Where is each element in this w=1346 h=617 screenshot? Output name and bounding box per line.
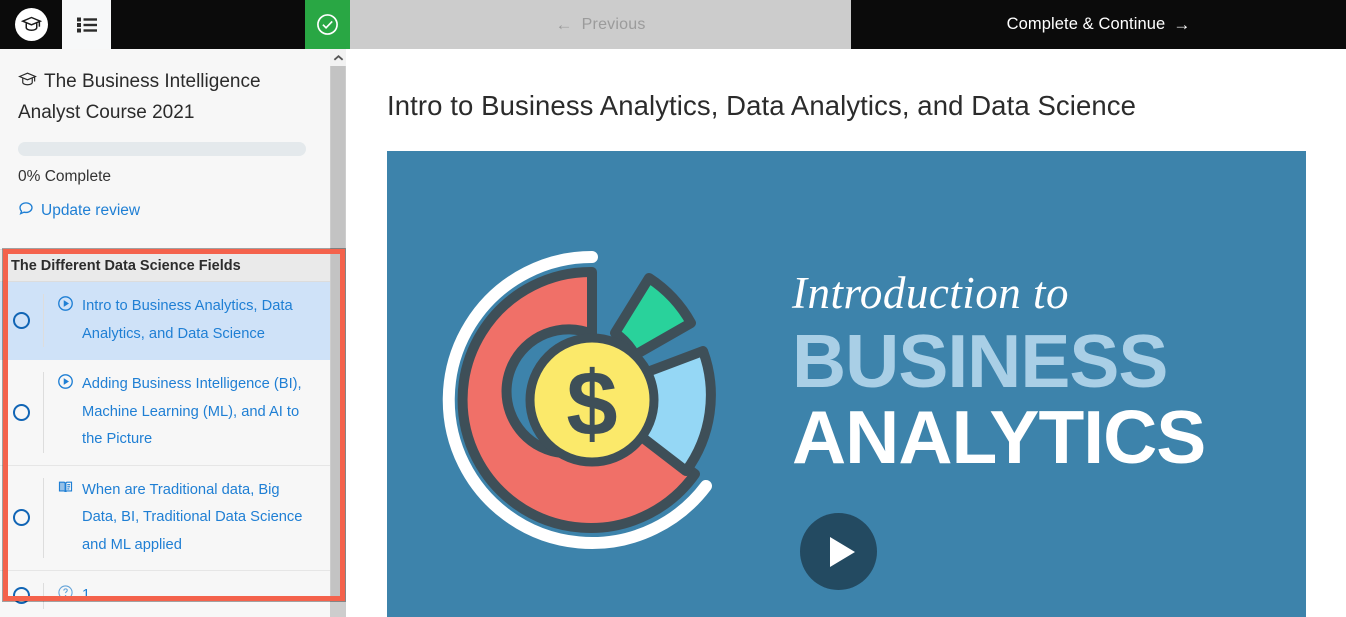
lesson-item-2[interactable]: Adding Business Intelligence (BI), Machi… <box>0 360 330 466</box>
book-icon <box>57 477 74 501</box>
lesson-label-2: Adding Business Intelligence (BI), Machi… <box>82 376 302 447</box>
video-player[interactable]: $ Introduction to BUSINESS ANALYTICS <box>387 151 1306 617</box>
lesson-body-2: Adding Business Intelligence (BI), Machi… <box>44 360 330 465</box>
complete-and-continue-button[interactable]: Complete & Continue → <box>851 0 1346 49</box>
lesson-label-3: When are Traditional data, Big Data, BI,… <box>82 481 303 553</box>
sidebar-scroll-up-button[interactable] <box>330 49 346 66</box>
lesson-item-4[interactable]: 1 <box>0 571 330 617</box>
video-text-line-2: BUSINESS <box>792 319 1168 403</box>
radio-circle-icon <box>13 312 30 329</box>
brand-logo-button[interactable] <box>0 0 62 49</box>
lesson-content-area: Intro to Business Analytics, Data Analyt… <box>346 49 1346 617</box>
complete-and-continue-label: Complete & Continue → <box>1006 15 1191 34</box>
video-thumbnail: $ Introduction to BUSINESS ANALYTICS <box>387 151 1306 617</box>
section-title: The Different Data Science Fields <box>0 249 330 282</box>
lesson-body-3: When are Traditional data, Big Data, BI,… <box>44 466 330 571</box>
previous-button-label: ← Previous <box>555 15 646 34</box>
play-circle-icon <box>57 293 74 317</box>
course-title: The Business Intelligence Analyst Course… <box>0 49 330 127</box>
graduation-cap-icon <box>20 14 42 35</box>
graduation-cap-icon <box>18 69 37 98</box>
video-text-line-1: Introduction to <box>792 268 1070 318</box>
lesson-item-1[interactable]: Intro to Business Analytics, Data Analyt… <box>0 282 330 360</box>
course-title-text: The Business Intelligence Analyst Course… <box>18 71 261 123</box>
video-text-line-3: ANALYTICS <box>792 394 1206 479</box>
lesson-label-1: Intro to Business Analytics, Data Analyt… <box>82 298 293 342</box>
comment-icon <box>18 200 34 221</box>
svg-text:$: $ <box>566 353 617 455</box>
mark-complete-button[interactable] <box>305 0 350 49</box>
course-sidebar: The Business Intelligence Analyst Course… <box>0 49 330 617</box>
topbar-spacer <box>111 0 305 49</box>
brand-logo-circle <box>14 8 48 41</box>
play-triangle-icon <box>830 536 855 567</box>
check-circle-icon <box>315 12 340 37</box>
lesson-body-4: 1 <box>44 571 330 617</box>
course-progress-bar <box>0 127 330 156</box>
lesson-complete-toggle-3[interactable] <box>0 466 43 571</box>
question-circle-icon <box>57 582 74 606</box>
lesson-complete-toggle-2[interactable] <box>0 360 43 465</box>
radio-circle-icon <box>13 509 30 527</box>
donut-chart-graphic: $ <box>442 251 716 549</box>
play-button[interactable] <box>800 513 877 590</box>
video-title-text: Introduction to BUSINESS ANALYTICS <box>792 268 1306 479</box>
lesson-complete-toggle-4[interactable] <box>0 571 43 617</box>
course-contents-menu-button[interactable] <box>62 0 111 49</box>
section-lesson-list: The Different Data Science Fields Intro … <box>0 249 330 617</box>
arrow-left-icon: ← <box>555 15 573 34</box>
lesson-body-1: Intro to Business Analytics, Data Analyt… <box>44 282 330 359</box>
lesson-item-3[interactable]: When are Traditional data, Big Data, BI,… <box>0 465 330 571</box>
radio-circle-icon <box>13 587 30 605</box>
update-review-link[interactable]: Update review <box>0 186 330 221</box>
arrow-right-icon: → <box>1173 15 1191 34</box>
list-menu-icon <box>76 17 97 33</box>
update-review-label: Update review <box>41 201 141 219</box>
course-player-page: ← Previous Complete & Continue → The Bus… <box>0 0 1346 617</box>
lesson-label-4: 1 <box>82 587 91 603</box>
previous-button[interactable]: ← Previous <box>350 0 851 49</box>
chevron-up-icon <box>333 49 344 67</box>
radio-circle-icon <box>13 403 30 421</box>
lesson-complete-toggle-1[interactable] <box>0 282 43 359</box>
lecture-title: Intro to Business Analytics, Data Analyt… <box>387 90 1136 121</box>
top-navigation-bar: ← Previous Complete & Continue → <box>0 0 1346 49</box>
play-circle-icon <box>57 371 74 395</box>
progress-label: 0% Complete <box>18 168 112 185</box>
sidebar-scrollbar-thumb[interactable] <box>331 66 345 598</box>
progress-track <box>18 142 306 156</box>
